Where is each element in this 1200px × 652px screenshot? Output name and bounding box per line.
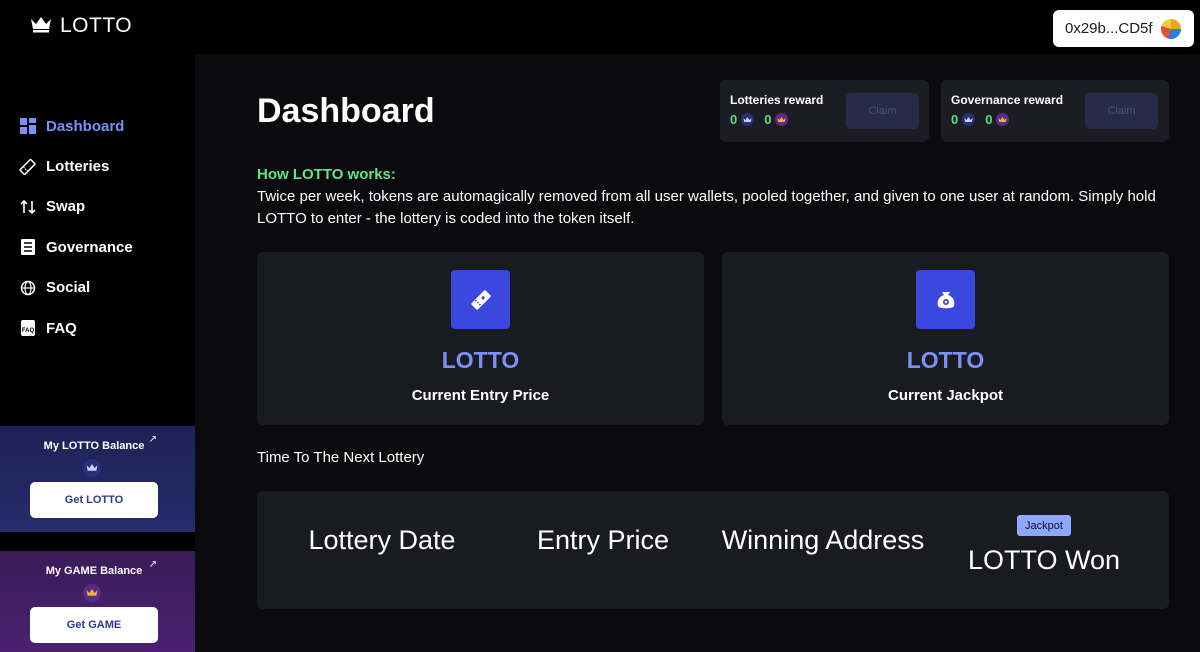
- how-it-works-title: How LOTTO works:: [257, 166, 396, 183]
- logo-text: LOTTO: [60, 14, 133, 37]
- column-header-lotto-won: LOTTO Won: [967, 545, 1121, 575]
- game-token-icon: [996, 113, 1010, 126]
- jackpot-value: LOTTO: [906, 347, 985, 373]
- column-header-winning-address: Winning Address: [721, 525, 925, 555]
- get-game-button[interactable]: Get GAME: [30, 607, 158, 643]
- sidebar-item-governance[interactable]: Governance: [0, 227, 195, 267]
- sidebar: Dashboard Lotteries Swap Governance Soci…: [0, 54, 195, 652]
- lotteries-reward-card: Lotteries reward 0 0 Claim: [720, 80, 929, 142]
- game-token-icon: [775, 113, 789, 126]
- jackpot-label: Current Jackpot: [887, 387, 1004, 404]
- lottery-history-table: Lottery Date Entry Price Winning Address…: [257, 491, 1169, 609]
- lotto-balance-title: My LOTTO Balance: [43, 440, 145, 452]
- swap-arrows-icon: [19, 198, 36, 215]
- how-it-works-text: Twice per week, tokens are automagically…: [257, 188, 1156, 227]
- reward-lotto-value: 0: [951, 112, 959, 127]
- reward-values: 0 0: [951, 112, 1010, 127]
- dashboard-icon: [19, 118, 36, 135]
- sidebar-item-swap[interactable]: Swap: [0, 187, 195, 227]
- sidebar-item-label: Lotteries: [46, 158, 110, 176]
- sidebar-nav: Dashboard Lotteries Swap Governance Soci…: [0, 106, 195, 348]
- reward-title: Lotteries reward: [730, 93, 824, 107]
- next-lottery-label: Time To The Next Lottery: [257, 449, 425, 466]
- claim-governance-reward-button[interactable]: Claim: [1085, 93, 1158, 129]
- sidebar-item-social[interactable]: Social: [0, 268, 195, 308]
- game-balance-title: My GAME Balance: [45, 565, 143, 577]
- lotto-token-icon: [962, 113, 976, 126]
- reward-title: Governance reward: [951, 93, 1064, 107]
- column-header-lottery-date: Lottery Date: [308, 525, 456, 555]
- lotto-balance-card: My LOTTO Balance ↗ Get LOTTO: [0, 426, 195, 532]
- jackpot-badge: Jackpot: [1017, 515, 1071, 536]
- entry-price-value: LOTTO: [441, 347, 520, 373]
- game-token-icon: [83, 584, 101, 602]
- governance-reward-card: Governance reward 0 0 Claim: [941, 80, 1169, 142]
- globe-icon: [19, 279, 36, 296]
- ticket-icon: [451, 270, 510, 329]
- wallet-address: 0x29b...CD5f: [1065, 20, 1153, 37]
- sidebar-item-label: FAQ: [46, 319, 77, 337]
- sidebar-item-label: Dashboard: [46, 117, 125, 135]
- external-link-icon[interactable]: ↗: [149, 559, 157, 570]
- entry-price-card: LOTTO Current Entry Price: [257, 252, 704, 425]
- claim-lotteries-reward-button[interactable]: Claim: [846, 93, 919, 129]
- reward-game-value: 0: [764, 112, 772, 127]
- lotto-token-icon: [741, 113, 755, 126]
- reward-values: 0 0: [730, 112, 789, 127]
- get-lotto-button[interactable]: Get LOTTO: [30, 482, 158, 518]
- game-balance-card: My GAME Balance ↗ Get GAME: [0, 551, 195, 652]
- jackpot-card: LOTTO Current Jackpot: [722, 252, 1169, 425]
- sidebar-item-label: Social: [46, 279, 91, 297]
- wallet-avatar: [1160, 18, 1181, 39]
- logo[interactable]: LOTTO: [30, 14, 132, 38]
- reward-game-value: 0: [985, 112, 993, 127]
- sidebar-item-dashboard[interactable]: Dashboard: [0, 106, 195, 146]
- wallet-button[interactable]: 0x29b...CD5f: [1053, 10, 1194, 47]
- sidebar-item-faq[interactable]: FAQ FAQ: [0, 308, 195, 348]
- column-header-entry-price: Entry Price: [536, 525, 670, 555]
- reward-lotto-value: 0: [730, 112, 738, 127]
- sidebar-item-label: Governance: [46, 238, 133, 256]
- external-link-icon[interactable]: ↗: [149, 434, 157, 445]
- faq-icon: FAQ: [19, 320, 36, 337]
- top-bar: LOTTO 0x29b...CD5f: [0, 0, 1200, 54]
- crown-icon: [30, 15, 52, 38]
- lotto-token-icon: [83, 459, 101, 477]
- entry-price-label: Current Entry Price: [411, 387, 550, 404]
- ticket-icon: [19, 158, 36, 175]
- money-bag-icon: [916, 270, 975, 329]
- sidebar-item-label: Swap: [46, 198, 86, 216]
- svg-text:FAQ: FAQ: [21, 328, 34, 334]
- governance-icon: [19, 239, 36, 256]
- sidebar-item-lotteries[interactable]: Lotteries: [0, 146, 195, 186]
- page-title: Dashboard: [257, 92, 435, 130]
